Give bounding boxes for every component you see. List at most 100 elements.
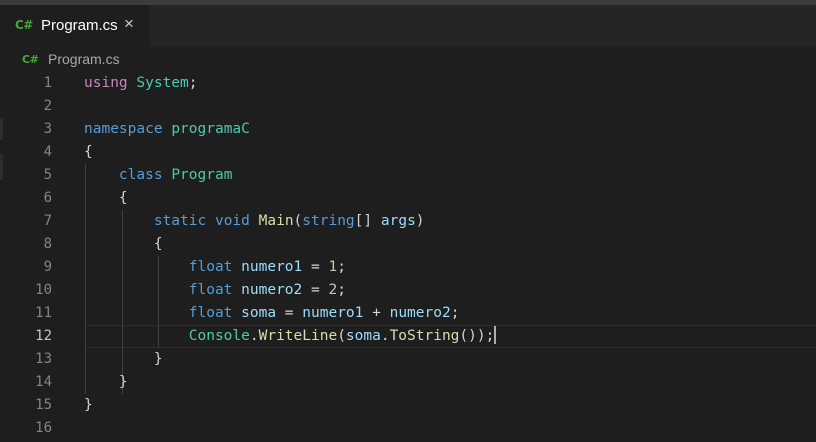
csharp-file-icon: C#: [15, 18, 33, 32]
code-line[interactable]: 8 {: [0, 233, 816, 256]
code-text[interactable]: class Program: [84, 164, 233, 187]
code-token: ToString: [389, 328, 460, 344]
line-number: 10: [35, 282, 52, 298]
code-editor[interactable]: 1 using System; 2 3 namespace programaC 4{5 c…: [0, 72, 816, 442]
code-token: +: [363, 305, 390, 321]
line-number: 8: [43, 236, 52, 252]
code-token: numero2: [241, 282, 303, 298]
code-line[interactable]: 7 static void Main(string[] args): [0, 210, 816, 233]
code-token: {: [84, 190, 128, 206]
line-number: 5: [43, 167, 52, 183]
code-text[interactable]: float numero1 = 1;: [84, 256, 346, 279]
code-text[interactable]: namespace programaC: [84, 118, 250, 141]
code-token: }: [84, 374, 128, 390]
code-token: float: [188, 282, 233, 298]
code-token: =: [302, 259, 329, 275]
code-token: ;: [450, 305, 460, 321]
code-text[interactable]: }: [84, 348, 163, 371]
code-token: .: [380, 328, 390, 344]
line-number: 12: [35, 328, 52, 344]
code-token: }: [84, 397, 93, 413]
code-token: ;: [188, 75, 198, 91]
code-token: =: [302, 282, 329, 298]
line-number: 14: [35, 374, 52, 390]
code-text[interactable]: {: [84, 141, 93, 164]
code-token: ;: [337, 282, 346, 298]
code-text[interactable]: float soma = numero1 + numero2;: [84, 302, 460, 325]
code-token: ;: [337, 259, 346, 275]
code-token: WriteLine: [258, 328, 338, 344]
code-text[interactable]: using System;: [84, 72, 198, 95]
code-token: class: [118, 167, 163, 183]
tab-program-cs[interactable]: C# Program.cs ×: [0, 5, 150, 46]
code-line[interactable]: 3 namespace programaC: [0, 118, 816, 141]
code-token: (: [293, 213, 303, 229]
code-token: numero1: [241, 259, 303, 275]
code-token: ());: [459, 328, 495, 344]
breadcrumb-file-label[interactable]: Program.cs: [48, 51, 120, 67]
code-line[interactable]: 2: [0, 95, 816, 118]
line-number: 13: [35, 351, 52, 367]
code-token: soma: [345, 328, 381, 344]
line-number: 4: [43, 144, 52, 160]
code-line[interactable]: 12 Console.WriteLine(soma.ToString());: [0, 325, 816, 348]
code-text[interactable]: {: [84, 233, 163, 256]
code-line[interactable]: 6 {: [0, 187, 816, 210]
code-text[interactable]: {: [84, 187, 128, 210]
line-number: 9: [43, 259, 52, 275]
code-token: }: [84, 351, 163, 367]
line-number: 15: [35, 397, 52, 413]
code-text[interactable]: static void Main(string[] args): [84, 210, 425, 233]
code-token: void: [214, 213, 250, 229]
code-text[interactable]: float numero2 = 2;: [84, 279, 346, 302]
code-token: {: [84, 236, 163, 252]
code-line[interactable]: 15}: [0, 394, 816, 417]
code-line[interactable]: 10 float numero2 = 2;: [0, 279, 816, 302]
code-token: using: [84, 75, 128, 91]
code-token: =: [276, 305, 303, 321]
code-token: Console: [188, 328, 250, 344]
code-text[interactable]: Console.WriteLine(soma.ToString());: [84, 325, 497, 348]
code-token: soma: [241, 305, 277, 321]
code-token: programaC: [171, 121, 250, 137]
code-text[interactable]: }: [84, 371, 128, 394]
code-token: Main: [258, 213, 294, 229]
line-number: 3: [43, 121, 52, 137]
code-line[interactable]: 11 float soma = numero1 + numero2;: [0, 302, 816, 325]
code-token: Program: [171, 167, 233, 183]
code-token: 2: [328, 282, 338, 298]
tab-bar: C# Program.cs ×: [0, 5, 816, 46]
code-token: []: [354, 213, 381, 229]
csharp-file-icon: C#: [22, 53, 39, 66]
breadcrumb: C# Program.cs: [0, 46, 816, 72]
code-line[interactable]: 9 float numero1 = 1;: [0, 256, 816, 279]
code-line[interactable]: 5 class Program: [0, 164, 816, 187]
line-number: 16: [35, 420, 52, 436]
code-line[interactable]: 14 }: [0, 371, 816, 394]
code-line[interactable]: 13 }: [0, 348, 816, 371]
code-line[interactable]: 1 using System;: [0, 72, 816, 95]
code-token: (: [337, 328, 346, 344]
close-icon[interactable]: ×: [124, 14, 134, 34]
code-token: {: [84, 144, 93, 160]
code-token: System: [136, 75, 189, 91]
code-token: numero1: [302, 305, 364, 321]
code-line[interactable]: 4{: [0, 141, 816, 164]
code-token: ): [415, 213, 425, 229]
line-number: 1: [43, 75, 52, 91]
code-token: 1: [328, 259, 338, 275]
code-line[interactable]: 16: [0, 417, 816, 440]
code-text[interactable]: }: [84, 394, 93, 417]
